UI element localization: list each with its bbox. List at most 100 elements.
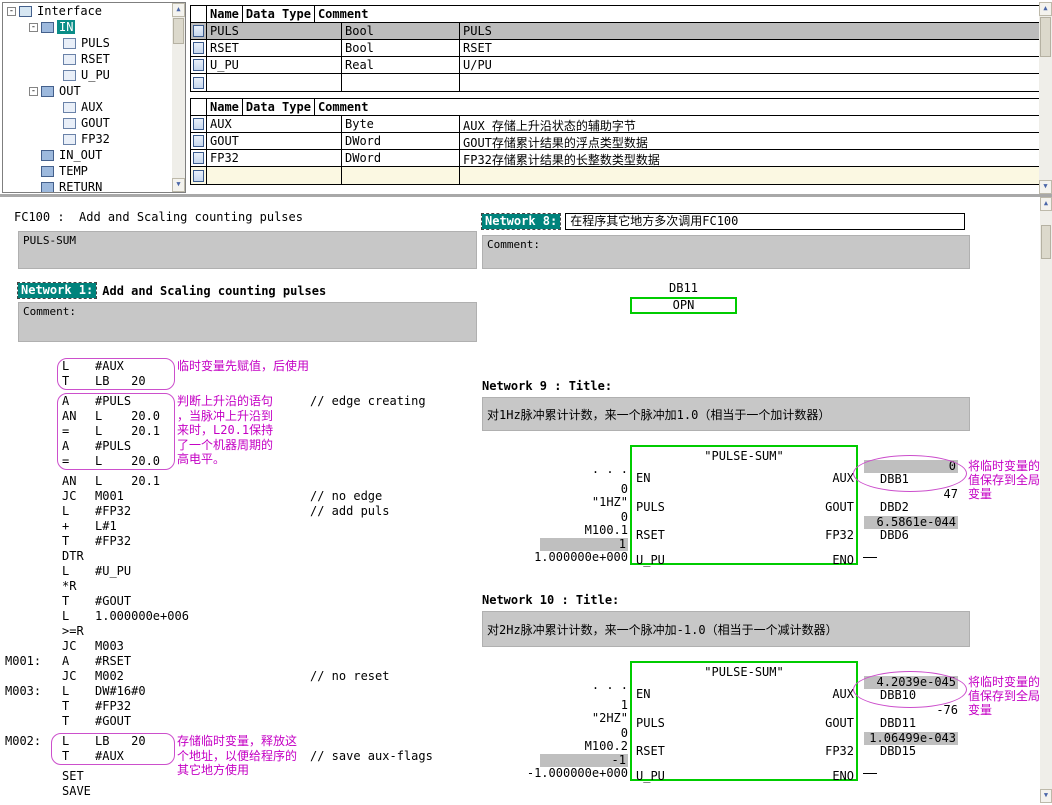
stl-line[interactable]: T #GOUT: [5, 594, 482, 609]
column-header[interactable]: Data Type: [243, 6, 315, 22]
scroll-down-button[interactable]: ▼: [172, 178, 185, 192]
comment-cell[interactable]: U/PU: [460, 57, 1039, 73]
stl-line[interactable]: AN L 20.1: [5, 474, 482, 489]
stl-line[interactable]: SET: [5, 769, 482, 784]
comment-cell[interactable]: RSET: [460, 40, 1039, 56]
tree-item[interactable]: TEMP: [3, 163, 185, 179]
network-label[interactable]: Network 1:: [16, 282, 98, 299]
comment-cell[interactable]: PULS: [460, 23, 1039, 39]
scroll-up-button[interactable]: ▲: [172, 3, 185, 17]
stl-line[interactable]: *R: [5, 579, 482, 594]
datatype-cell[interactable]: Real: [342, 57, 460, 73]
tree-item[interactable]: - IN: [3, 19, 185, 35]
stl-line[interactable]: SAVE: [5, 784, 482, 799]
stl-line[interactable]: T LB 20: [5, 374, 482, 389]
table-row[interactable]: [191, 74, 1039, 91]
tree-expander-icon[interactable]: -: [29, 86, 38, 96]
stl-line[interactable]: A #PULS // edge creating: [5, 394, 482, 409]
fbd-editor-column[interactable]: Network 8: 在程序其它地方多次调用FC100 Comment: DB1…: [480, 197, 1040, 803]
datatype-cell[interactable]: Byte: [342, 116, 460, 132]
column-header[interactable]: Name: [207, 6, 243, 22]
stl-line[interactable]: M001: A #RSET: [5, 654, 482, 669]
stl-line[interactable]: = L 20.1: [5, 424, 482, 439]
stl-line[interactable]: A #PULS: [5, 439, 482, 454]
datatype-cell[interactable]: Bool: [342, 40, 460, 56]
tree-item[interactable]: RETURN: [3, 179, 185, 192]
name-cell[interactable]: RSET: [207, 40, 342, 56]
tree-item[interactable]: AUX: [3, 99, 185, 115]
scroll-down-button[interactable]: ▼: [1039, 180, 1052, 194]
scroll-up-button[interactable]: ▲: [1039, 2, 1052, 16]
name-cell[interactable]: [207, 167, 342, 184]
stl-line[interactable]: L 1.000000e+006: [5, 609, 482, 624]
stl-code-area[interactable]: 临时变量先赋值，后使用 L #AUX T LB 20 判断上升沿的语句 ，当脉冲…: [5, 358, 482, 799]
comment-cell[interactable]: [460, 74, 1039, 91]
table-row[interactable]: PULS Bool PULS: [191, 23, 1039, 40]
table-row[interactable]: U_PU Real U/PU: [191, 57, 1039, 74]
comment-cell[interactable]: [460, 167, 1039, 184]
datatype-cell[interactable]: DWord: [342, 150, 460, 166]
stl-line[interactable]: L #FP32 // add puls: [5, 504, 482, 519]
editor-scrollbar[interactable]: ▲ ▼: [1040, 197, 1052, 803]
db-open-call[interactable]: DB11 OPN: [630, 281, 737, 314]
network-label[interactable]: Network 8:: [480, 213, 562, 230]
name-cell[interactable]: GOUT: [207, 133, 342, 149]
comment-cell[interactable]: FP32存储累计结果的长整数类型数据: [460, 150, 1039, 166]
tree-item[interactable]: U_PU: [3, 67, 185, 83]
name-cell[interactable]: FP32: [207, 150, 342, 166]
scroll-up-button[interactable]: ▲: [1040, 197, 1052, 211]
stl-editor-column[interactable]: FC100 : Add and Scaling counting pulses …: [0, 197, 482, 803]
column-header[interactable]: Comment: [315, 99, 372, 115]
scroll-down-button[interactable]: ▼: [1040, 789, 1052, 803]
stl-line[interactable]: T #FP32: [5, 699, 482, 714]
stl-line[interactable]: JC M001 // no edge: [5, 489, 482, 504]
network-9-comment-box[interactable]: 对1Hz脉冲累计计数，来一个脉冲加1.0（相当于一个加计数器）: [482, 397, 970, 431]
table-row[interactable]: FP32 DWord FP32存储累计结果的长整数类型数据: [191, 150, 1039, 167]
tree-item[interactable]: - OUT: [3, 83, 185, 99]
network-title-editbox[interactable]: 在程序其它地方多次调用FC100: [565, 213, 966, 230]
network-comment-box[interactable]: Comment:: [18, 302, 477, 342]
tree-item[interactable]: PULS: [3, 35, 185, 51]
name-cell[interactable]: U_PU: [207, 57, 342, 73]
stl-line[interactable]: T #GOUT: [5, 714, 482, 729]
stl-line[interactable]: DTR: [5, 549, 482, 564]
network-9-header[interactable]: Network 9 : Title:: [482, 379, 612, 393]
scrollbar-thumb[interactable]: [1040, 17, 1051, 57]
stl-line[interactable]: + L#1: [5, 519, 482, 534]
tree-item[interactable]: FP32: [3, 131, 185, 147]
tree-expander-icon[interactable]: -: [29, 22, 38, 32]
network-10-comment-box[interactable]: 对2Hz脉冲累计计数，来一个脉冲加-1.0（相当于一个减计数器）: [482, 611, 970, 647]
table-row[interactable]: GOUT DWord GOUT存储累计结果的浮点类型数据: [191, 133, 1039, 150]
tree-item[interactable]: GOUT: [3, 115, 185, 131]
stl-line[interactable]: JC M002 // no reset: [5, 669, 482, 684]
tree-item[interactable]: IN_OUT: [3, 147, 185, 163]
datatype-cell[interactable]: [342, 167, 460, 184]
stl-line[interactable]: T #FP32: [5, 534, 482, 549]
tree-item[interactable]: RSET: [3, 51, 185, 67]
name-cell[interactable]: [207, 74, 342, 91]
stl-line[interactable]: = L 20.0: [5, 454, 482, 469]
datatype-cell[interactable]: DWord: [342, 133, 460, 149]
stl-line[interactable]: >=R: [5, 624, 482, 639]
datatype-cell[interactable]: [342, 74, 460, 91]
network-10-header[interactable]: Network 10 : Title:: [482, 593, 619, 607]
column-header[interactable]: Name: [207, 99, 243, 115]
tree-item[interactable]: - Interface: [3, 3, 185, 19]
tree-scrollbar[interactable]: ▲ ▼: [172, 3, 185, 192]
table-row[interactable]: [191, 167, 1039, 184]
opn-instruction-box[interactable]: OPN: [630, 297, 737, 314]
scrollbar-thumb[interactable]: [173, 18, 184, 44]
name-cell[interactable]: PULS: [207, 23, 342, 39]
stl-line[interactable]: L #U_PU: [5, 564, 482, 579]
table-row[interactable]: AUX Byte AUX 存储上升沿状态的辅助字节: [191, 116, 1039, 133]
comment-cell[interactable]: AUX 存储上升沿状态的辅助字节: [460, 116, 1039, 132]
comment-cell[interactable]: GOUT存储累计结果的浮点类型数据: [460, 133, 1039, 149]
stl-line[interactable]: JC M003: [5, 639, 482, 654]
block-comment-box[interactable]: PULS-SUM: [18, 231, 477, 269]
tables-scrollbar[interactable]: ▲ ▼: [1039, 2, 1052, 194]
block-outline[interactable]: [630, 445, 858, 565]
tree-expander-icon[interactable]: -: [7, 6, 16, 16]
stl-line[interactable]: M002: L LB 20: [5, 734, 482, 749]
network-comment-box[interactable]: Comment:: [482, 235, 970, 269]
column-header[interactable]: Data Type: [243, 99, 315, 115]
